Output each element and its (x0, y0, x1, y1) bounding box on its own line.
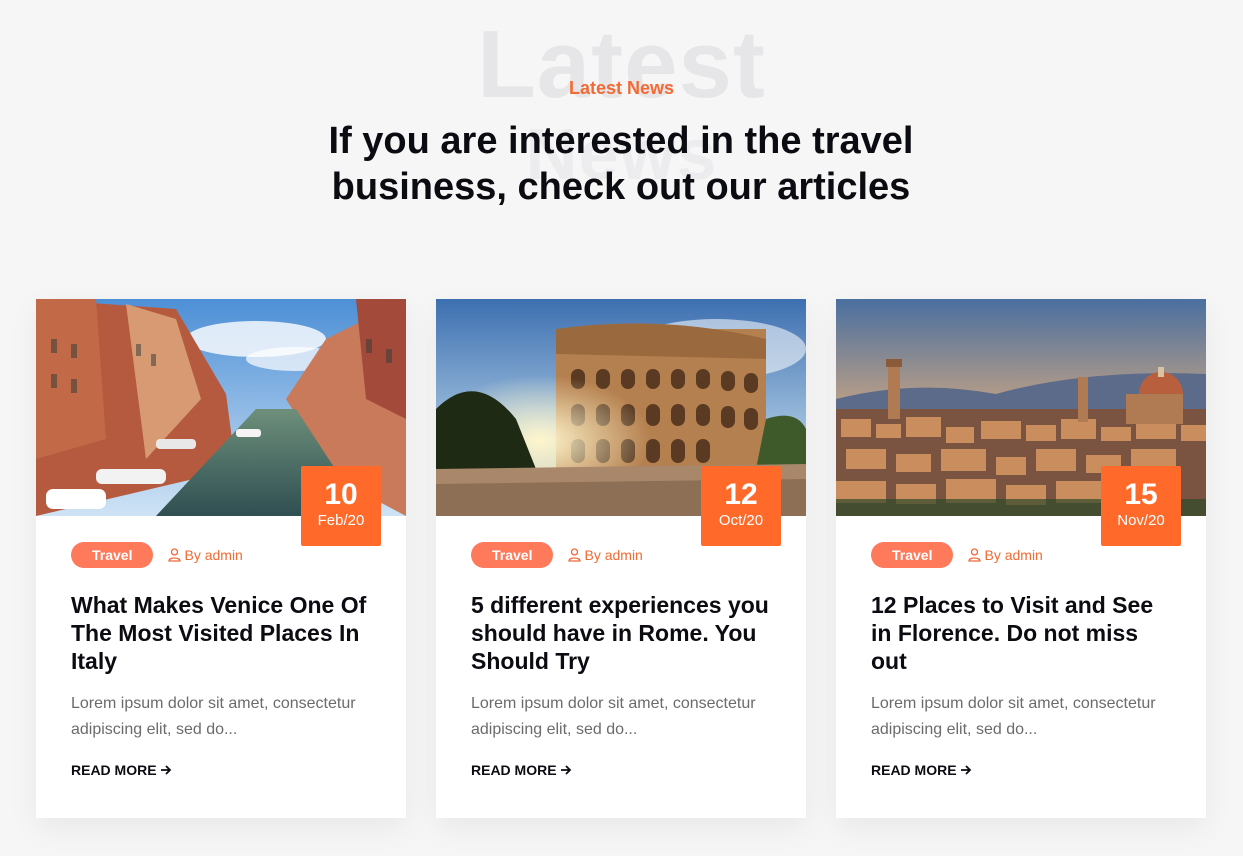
user-icon (168, 548, 182, 562)
section-headline: If you are interested in the travel busi… (328, 120, 914, 208)
post-date-day: 15 (1124, 478, 1158, 511)
read-more-link[interactable]: READ MORE (871, 762, 972, 778)
post-excerpt: Lorem ipsum dolor sit amet, consectetur … (71, 695, 356, 738)
news-card-grid: 10 Feb/20 Travel By admin What Makes Ven… (36, 299, 1206, 818)
read-more-label: READ MORE (471, 762, 557, 778)
category-tag[interactable]: Travel (71, 542, 154, 568)
post-date-day: 12 (724, 478, 758, 511)
post-excerpt: Lorem ipsum dolor sit amet, consectetur … (471, 695, 756, 738)
post-date-badge: 10 Feb/20 (301, 466, 381, 546)
section-header: Latest News Latest News If you are inter… (0, 0, 1243, 290)
read-more-label: READ MORE (871, 762, 957, 778)
post-author[interactable]: By admin (568, 547, 643, 563)
category-tag[interactable]: Travel (871, 542, 954, 568)
post-date-month: Oct/20 (718, 512, 764, 529)
news-card: 15 Nov/20 Travel By admin 12 Places to V… (836, 299, 1206, 818)
post-title[interactable]: 5 different experiences you should have … (471, 591, 776, 675)
post-author-label: By admin (984, 547, 1043, 563)
post-date-month: Feb/20 (317, 512, 365, 529)
post-meta: Travel By admin (471, 542, 643, 568)
post-title[interactable]: What Makes Venice One Of The Most Visite… (71, 591, 376, 675)
post-author[interactable]: By admin (168, 547, 243, 563)
arrow-right-icon (560, 765, 571, 775)
news-card: 10 Feb/20 Travel By admin What Makes Ven… (36, 299, 406, 818)
post-date-day: 10 (324, 478, 358, 511)
post-author[interactable]: By admin (968, 547, 1043, 563)
category-tag[interactable]: Travel (471, 542, 554, 568)
read-more-link[interactable]: READ MORE (471, 762, 572, 778)
post-author-label: By admin (584, 547, 643, 563)
arrow-right-icon (160, 765, 171, 775)
post-meta: Travel By admin (71, 542, 243, 568)
post-date-month: Nov/20 (1117, 512, 1165, 529)
news-card: 12 Oct/20 Travel By admin 5 different ex… (436, 299, 806, 818)
read-more-link[interactable]: READ MORE (71, 762, 172, 778)
post-date-badge: 15 Nov/20 (1101, 466, 1181, 546)
user-icon (568, 548, 582, 562)
background-watermark-text: Latest (477, 11, 766, 118)
post-author-label: By admin (184, 547, 243, 563)
post-meta: Travel By admin (871, 542, 1043, 568)
post-date-badge: 12 Oct/20 (701, 466, 781, 546)
user-icon (968, 548, 982, 562)
post-title[interactable]: 12 Places to Visit and See in Florence. … (871, 591, 1176, 675)
read-more-label: READ MORE (71, 762, 157, 778)
section-eyebrow: Latest News (568, 78, 675, 98)
arrow-right-icon (960, 765, 971, 775)
post-excerpt: Lorem ipsum dolor sit amet, consectetur … (871, 695, 1156, 738)
